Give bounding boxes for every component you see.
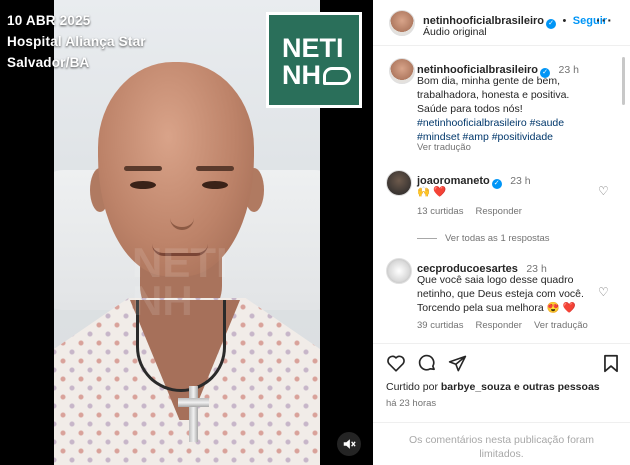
more-options-icon[interactable]: ··· — [596, 12, 620, 28]
eye — [130, 181, 156, 189]
verified-badge-icon: ✓ — [491, 179, 502, 189]
eyebrow — [124, 166, 162, 171]
reply-button[interactable]: Responder — [475, 206, 521, 217]
whistle-icon — [323, 66, 351, 85]
view-replies[interactable]: Ver todas as 1 respostas — [417, 233, 550, 244]
speaker-muted-icon-glyph — [343, 439, 356, 449]
post-timestamp[interactable]: há 23 horas — [386, 398, 436, 409]
comment-text: Que você saia logo desse quadro netinho,… — [417, 274, 584, 314]
overlay-date: 10 ABR 2025 — [7, 13, 91, 28]
separator: • — [562, 15, 567, 27]
hashtags[interactable]: #netinhooficialbrasileiro #saude — [417, 117, 564, 129]
save-bookmark-icon[interactable] — [603, 354, 619, 378]
eye — [202, 181, 228, 189]
translate-link[interactable]: Ver tradução — [534, 320, 588, 331]
comments-limited-notice: Os comentários nesta publicação foram li… — [373, 422, 630, 465]
scrollbar[interactable] — [622, 57, 625, 105]
like-comment-heart-icon[interactable]: ♡ — [598, 184, 609, 198]
comment-meta: 13 curtidas Responder — [417, 206, 534, 217]
like-heart-icon[interactable] — [386, 354, 406, 377]
overlay-place: Hospital Aliança Star — [7, 34, 146, 49]
cross-pendant — [189, 386, 198, 442]
netinho-logo: NETI NH — [266, 12, 362, 108]
comment-likes[interactable]: 13 curtidas — [417, 206, 463, 217]
reply-button[interactable]: Responder — [475, 320, 521, 331]
like-comment-heart-icon[interactable]: ♡ — [598, 285, 609, 299]
avatar[interactable] — [386, 170, 412, 196]
post-header: netinhooficialbrasileiro ✓ • Seguir Áudio… — [373, 0, 630, 46]
comment-text: 🙌 ❤️ — [417, 186, 447, 198]
avatar[interactable] — [389, 58, 415, 84]
post-panel: netinhooficialbrasileiro ✓ • Seguir Áudio… — [373, 0, 630, 465]
liked-by: Curtido por barbye_souza e outras pessoa… — [386, 381, 600, 393]
logo-watermark: NETI NH — [132, 239, 228, 324]
liked-by-user[interactable]: barbye_souza — [441, 381, 511, 393]
comment-likes[interactable]: 39 curtidas — [417, 320, 463, 331]
comment-time[interactable]: 23 h — [510, 175, 530, 187]
share-send-icon[interactable] — [448, 354, 467, 378]
translate-link[interactable]: Ver tradução — [417, 142, 471, 153]
video-caption-overlay: 10 ABR 2025 Hospital Aliança Star Salvad… — [7, 10, 146, 73]
cross-pendant — [178, 398, 209, 407]
replies-line — [417, 237, 437, 239]
caption-text: Bom dia, minha gente de bem, trabalhador… — [417, 75, 570, 115]
nose — [170, 198, 194, 230]
avatar[interactable] — [386, 258, 412, 284]
action-bar — [373, 343, 630, 344]
comment-bubble-icon[interactable] — [417, 353, 437, 378]
speaker-muted-icon[interactable] — [337, 432, 361, 456]
overlay-city: Salvador/BA — [7, 55, 90, 70]
audio-label[interactable]: Áudio original — [423, 26, 487, 38]
eyebrow — [196, 166, 234, 171]
comment-meta: 39 curtidas Responder Ver tradução — [417, 320, 600, 331]
verified-badge-icon: ✓ — [546, 19, 557, 29]
avatar[interactable] — [389, 10, 415, 36]
liked-by-others[interactable]: e outras pessoas — [514, 381, 600, 393]
post-caption: Bom dia, minha gente de bem, trabalhador… — [417, 74, 597, 144]
